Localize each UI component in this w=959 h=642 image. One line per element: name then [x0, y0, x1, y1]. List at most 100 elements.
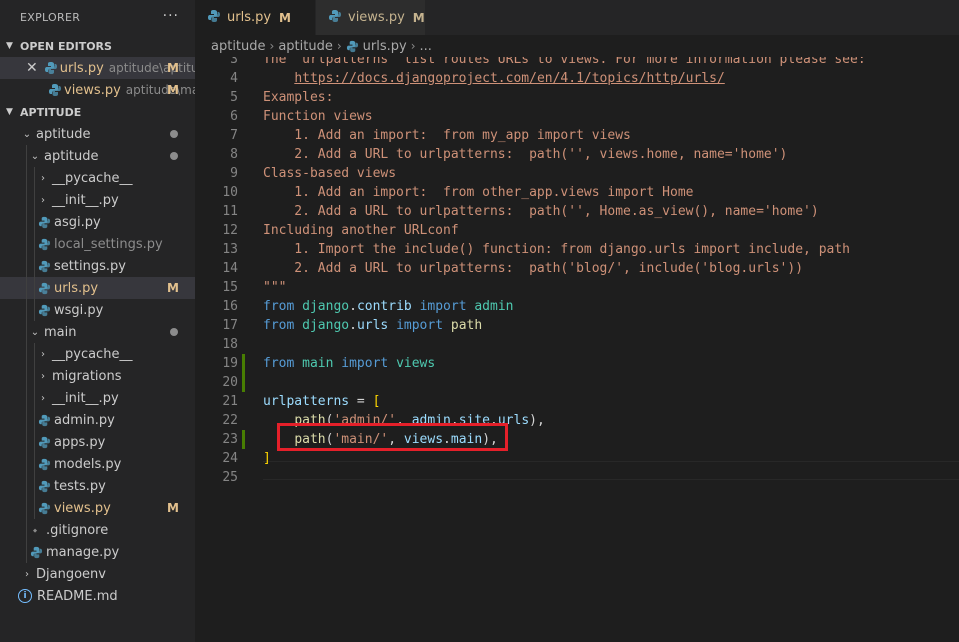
code-line[interactable]: 5 Examples: — [195, 88, 959, 107]
tree-item-label: __init__.py — [52, 192, 119, 208]
breadcrumb-more[interactable]: ... — [420, 39, 432, 54]
line-number: 15 — [222, 280, 238, 295]
code-line[interactable]: 10 1. Add an import: from other_app.view… — [195, 183, 959, 202]
breadcrumb-file[interactable]: urls.py — [363, 39, 407, 54]
code-line[interactable]: 8 2. Add a URL to urlpatterns: path('', … — [195, 145, 959, 164]
indent-guide — [26, 321, 27, 343]
python-file-icon — [36, 457, 52, 471]
python-file-icon — [36, 259, 52, 273]
code-line[interactable]: 14 2. Add a URL to urlpatterns: path('bl… — [195, 259, 959, 278]
tree-item-label: views.py — [54, 500, 111, 516]
code-line[interactable]: 7 1. Add an import: from my_app import v… — [195, 126, 959, 145]
code-editor[interactable]: 3 The `urlpatterns` list routes URLs to v… — [195, 57, 959, 642]
gutter-added-marker — [242, 354, 245, 373]
line-number: 4 — [230, 71, 238, 86]
chevron-right-icon: › — [41, 370, 45, 382]
tree-file-local-settings[interactable]: local_settings.py — [0, 233, 195, 255]
tree-folder-migrations[interactable]: › migrations — [0, 365, 195, 387]
tree-folder-djangoenv[interactable]: › Djangoenv — [0, 563, 195, 585]
open-editor-urls[interactable]: ✕ urls.py aptitude\aptitude M — [0, 57, 195, 79]
tree-item-label: models.py — [54, 456, 122, 472]
tree-item-label: apps.py — [54, 434, 106, 450]
tree-folder-aptitude[interactable]: ⌄ aptitude — [0, 123, 195, 145]
modified-badge: M — [412, 10, 425, 25]
gutter-added-marker — [242, 373, 245, 392]
line-number: 10 — [222, 185, 238, 200]
tab-views-py[interactable]: views.py M — [315, 0, 425, 35]
breadcrumb-folder[interactable]: aptitude — [278, 39, 333, 54]
line-number: 16 — [222, 299, 238, 314]
code-line[interactable]: 3 The `urlpatterns` list routes URLs to v… — [195, 57, 959, 69]
line-number: 6 — [230, 109, 238, 124]
indent-guide — [26, 167, 27, 189]
tree-item-label: tests.py — [54, 478, 106, 494]
python-file-icon — [207, 9, 221, 27]
line-number: 24 — [222, 451, 238, 466]
close-icon[interactable]: ✕ — [26, 60, 38, 76]
indent-guide — [34, 475, 35, 497]
tree-file-settings[interactable]: settings.py — [0, 255, 195, 277]
code-line[interactable]: 21 urlpatterns = [ — [195, 392, 959, 411]
indent-guide — [26, 475, 27, 497]
code-line[interactable]: 12 Including another URLconf — [195, 221, 959, 240]
indent-guide — [26, 497, 27, 519]
tree-file-init[interactable]: › __init__.py — [0, 189, 195, 211]
tree-file-models[interactable]: models.py — [0, 453, 195, 475]
python-file-icon — [36, 237, 52, 251]
code-line[interactable]: 18 — [195, 335, 959, 354]
code-line[interactable]: 4 https://docs.djangoproject.com/en/4.1/… — [195, 69, 959, 88]
code-line[interactable]: 20 — [195, 373, 959, 392]
tree-file-gitignore[interactable]: ⬩ .gitignore — [0, 519, 195, 541]
open-editor-views[interactable]: views.py aptitude\main M — [0, 79, 195, 101]
open-editors-header[interactable]: ▼ OPEN EDITORS — [0, 35, 195, 57]
tree-file-views[interactable]: views.py M — [0, 497, 195, 519]
indent-guide — [26, 387, 27, 409]
tree-file-init-main[interactable]: › __init__.py — [0, 387, 195, 409]
indent-guide — [34, 189, 35, 211]
indent-guide — [26, 299, 27, 321]
code-line[interactable]: 6 Function views — [195, 107, 959, 126]
more-actions-icon[interactable]: ··· — [163, 8, 179, 24]
code-text: from main import views — [263, 356, 436, 371]
code-line[interactable]: 25 — [195, 468, 959, 487]
tree-file-urls[interactable]: urls.py M — [0, 277, 195, 299]
code-line[interactable]: 16 from django.contrib import admin — [195, 297, 959, 316]
gutter-added-marker — [242, 430, 245, 449]
highlight-box — [277, 423, 508, 451]
tree-folder-aptitude-inner[interactable]: ⌄ aptitude — [0, 145, 195, 167]
workspace-header[interactable]: ▼ APTITUDE — [0, 101, 195, 123]
code-line[interactable]: 11 2. Add a URL to urlpatterns: path('',… — [195, 202, 959, 221]
chevron-down-icon: ▼ — [6, 41, 13, 51]
code-line[interactable]: 15 """ — [195, 278, 959, 297]
tab-urls-py[interactable]: urls.py M — [195, 0, 315, 35]
python-file-icon — [36, 501, 52, 515]
tree-folder-pycache[interactable]: › __pycache__ — [0, 167, 195, 189]
code-line[interactable]: 9 Class-based views — [195, 164, 959, 183]
code-line[interactable]: 19 from main import views — [195, 354, 959, 373]
code-line[interactable]: 13 1. Import the include() function: fro… — [195, 240, 959, 259]
chevron-down-icon: ⌄ — [22, 128, 32, 140]
explorer-sidebar: EXPLORER ··· ▼ OPEN EDITORS ✕ urls.py ap… — [0, 0, 195, 642]
explorer-title-bar: EXPLORER ··· — [0, 0, 195, 35]
tree-folder-main[interactable]: ⌄ main — [0, 321, 195, 343]
line-number: 17 — [222, 318, 238, 333]
tree-item-label: __pycache__ — [52, 346, 133, 362]
code-text: 1. Add an import: from my_app import vie… — [263, 128, 631, 143]
tree-file-apps[interactable]: apps.py — [0, 431, 195, 453]
chevron-right-icon: › — [41, 348, 45, 360]
open-editor-name: urls.py — [59, 60, 104, 76]
code-line[interactable]: 17 from django.urls import path — [195, 316, 959, 335]
line-number: 23 — [222, 432, 238, 447]
chevron-right-icon: › — [41, 392, 45, 404]
tree-file-wsgi[interactable]: wsgi.py — [0, 299, 195, 321]
tree-file-tests[interactable]: tests.py — [0, 475, 195, 497]
code-text: """ — [263, 280, 287, 295]
breadcrumb-folder[interactable]: aptitude — [211, 39, 266, 54]
code-line[interactable]: 24] — [195, 449, 959, 468]
tree-folder-pycache-main[interactable]: › __pycache__ — [0, 343, 195, 365]
code-text: Function views — [263, 109, 373, 124]
tree-file-manage[interactable]: manage.py — [0, 541, 195, 563]
tree-file-readme[interactable]: i README.md — [0, 585, 195, 607]
tree-file-asgi[interactable]: asgi.py — [0, 211, 195, 233]
tree-file-admin[interactable]: admin.py — [0, 409, 195, 431]
